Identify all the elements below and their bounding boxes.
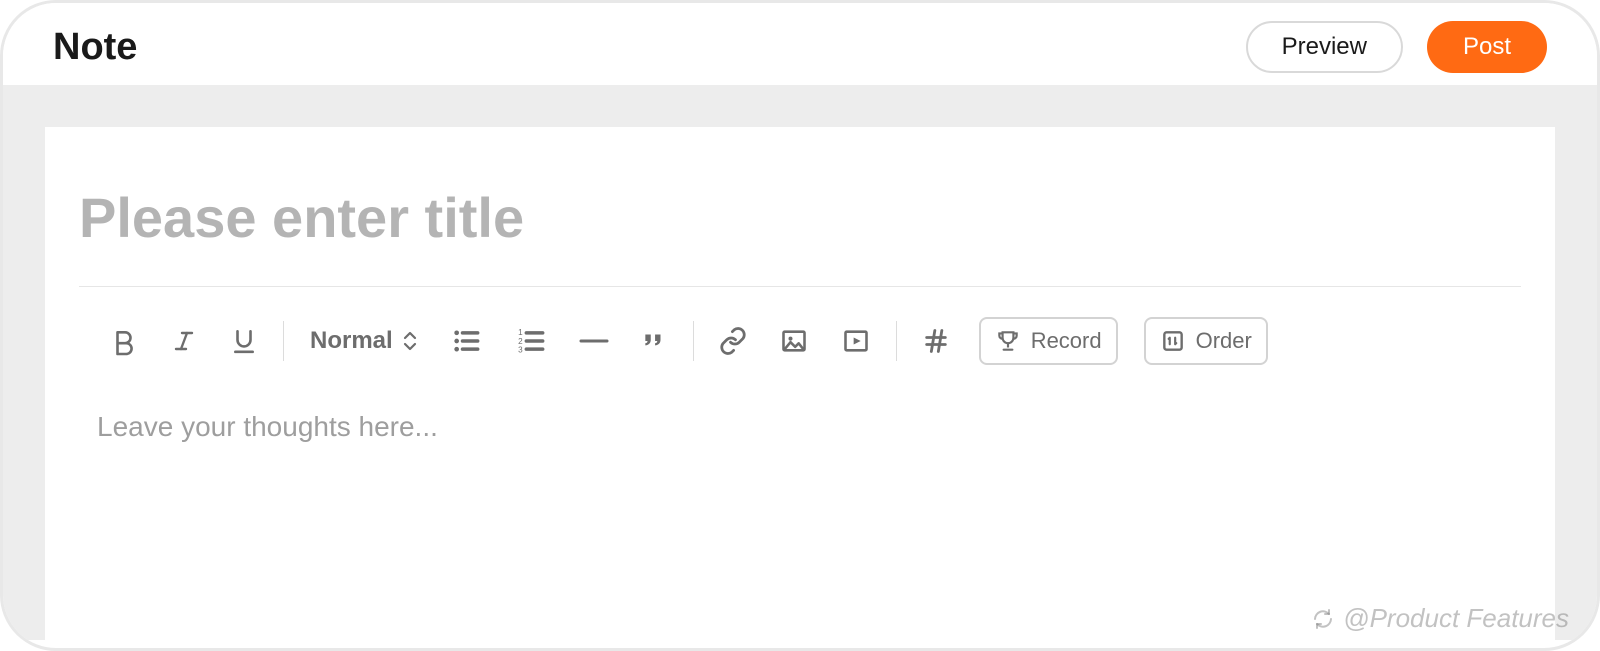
order-label: Order [1196, 328, 1252, 354]
underline-icon [231, 326, 257, 356]
horizontal-rule-icon [579, 336, 609, 346]
image-icon [778, 327, 810, 355]
link-button[interactable] [716, 321, 750, 361]
block-group: Normal [284, 321, 693, 361]
record-button[interactable]: Record [979, 317, 1118, 365]
bold-icon [111, 326, 137, 356]
formatting-toolbar: Normal [79, 311, 1521, 371]
video-icon [840, 327, 872, 355]
note-editor-window: Note Preview Post [0, 0, 1600, 651]
header-actions: Preview Post [1246, 21, 1547, 73]
extras-group: Record Order [897, 317, 1290, 365]
bold-button[interactable] [107, 321, 141, 361]
image-button[interactable] [776, 321, 812, 361]
text-style-group [85, 321, 283, 361]
horizontal-rule-button[interactable] [577, 321, 611, 361]
italic-icon [172, 326, 196, 356]
bullet-list-icon [449, 327, 483, 355]
order-button[interactable]: Order [1144, 317, 1268, 365]
link-icon [718, 326, 748, 356]
svg-text:1: 1 [518, 328, 523, 337]
quote-icon [639, 328, 669, 354]
paragraph-format-label: Normal [310, 327, 393, 355]
hashtag-button[interactable] [919, 321, 953, 361]
svg-text:3: 3 [518, 346, 523, 355]
content-input[interactable] [79, 371, 1521, 475]
numbered-list-button[interactable]: 1 2 3 [511, 321, 551, 361]
page-title: Note [53, 26, 137, 69]
record-label: Record [1031, 328, 1102, 354]
body-area: Normal [3, 85, 1597, 640]
preview-button[interactable]: Preview [1246, 21, 1403, 73]
underline-button[interactable] [227, 321, 261, 361]
trophy-icon [995, 328, 1021, 354]
title-input[interactable] [79, 179, 1521, 286]
editor-card: Normal [45, 127, 1555, 640]
title-divider [79, 286, 1521, 287]
post-button[interactable]: Post [1427, 21, 1547, 73]
hashtag-icon [922, 326, 950, 356]
blockquote-button[interactable] [637, 321, 671, 361]
header-bar: Note Preview Post [3, 3, 1597, 85]
svg-text:2: 2 [518, 337, 523, 346]
bullet-list-button[interactable] [447, 321, 485, 361]
order-icon [1160, 328, 1186, 354]
paragraph-format-select[interactable]: Normal [306, 327, 421, 355]
numbered-list-icon: 1 2 3 [513, 327, 549, 355]
insert-group [694, 321, 896, 361]
italic-button[interactable] [167, 321, 201, 361]
video-button[interactable] [838, 321, 874, 361]
sort-arrows-icon [403, 331, 417, 351]
